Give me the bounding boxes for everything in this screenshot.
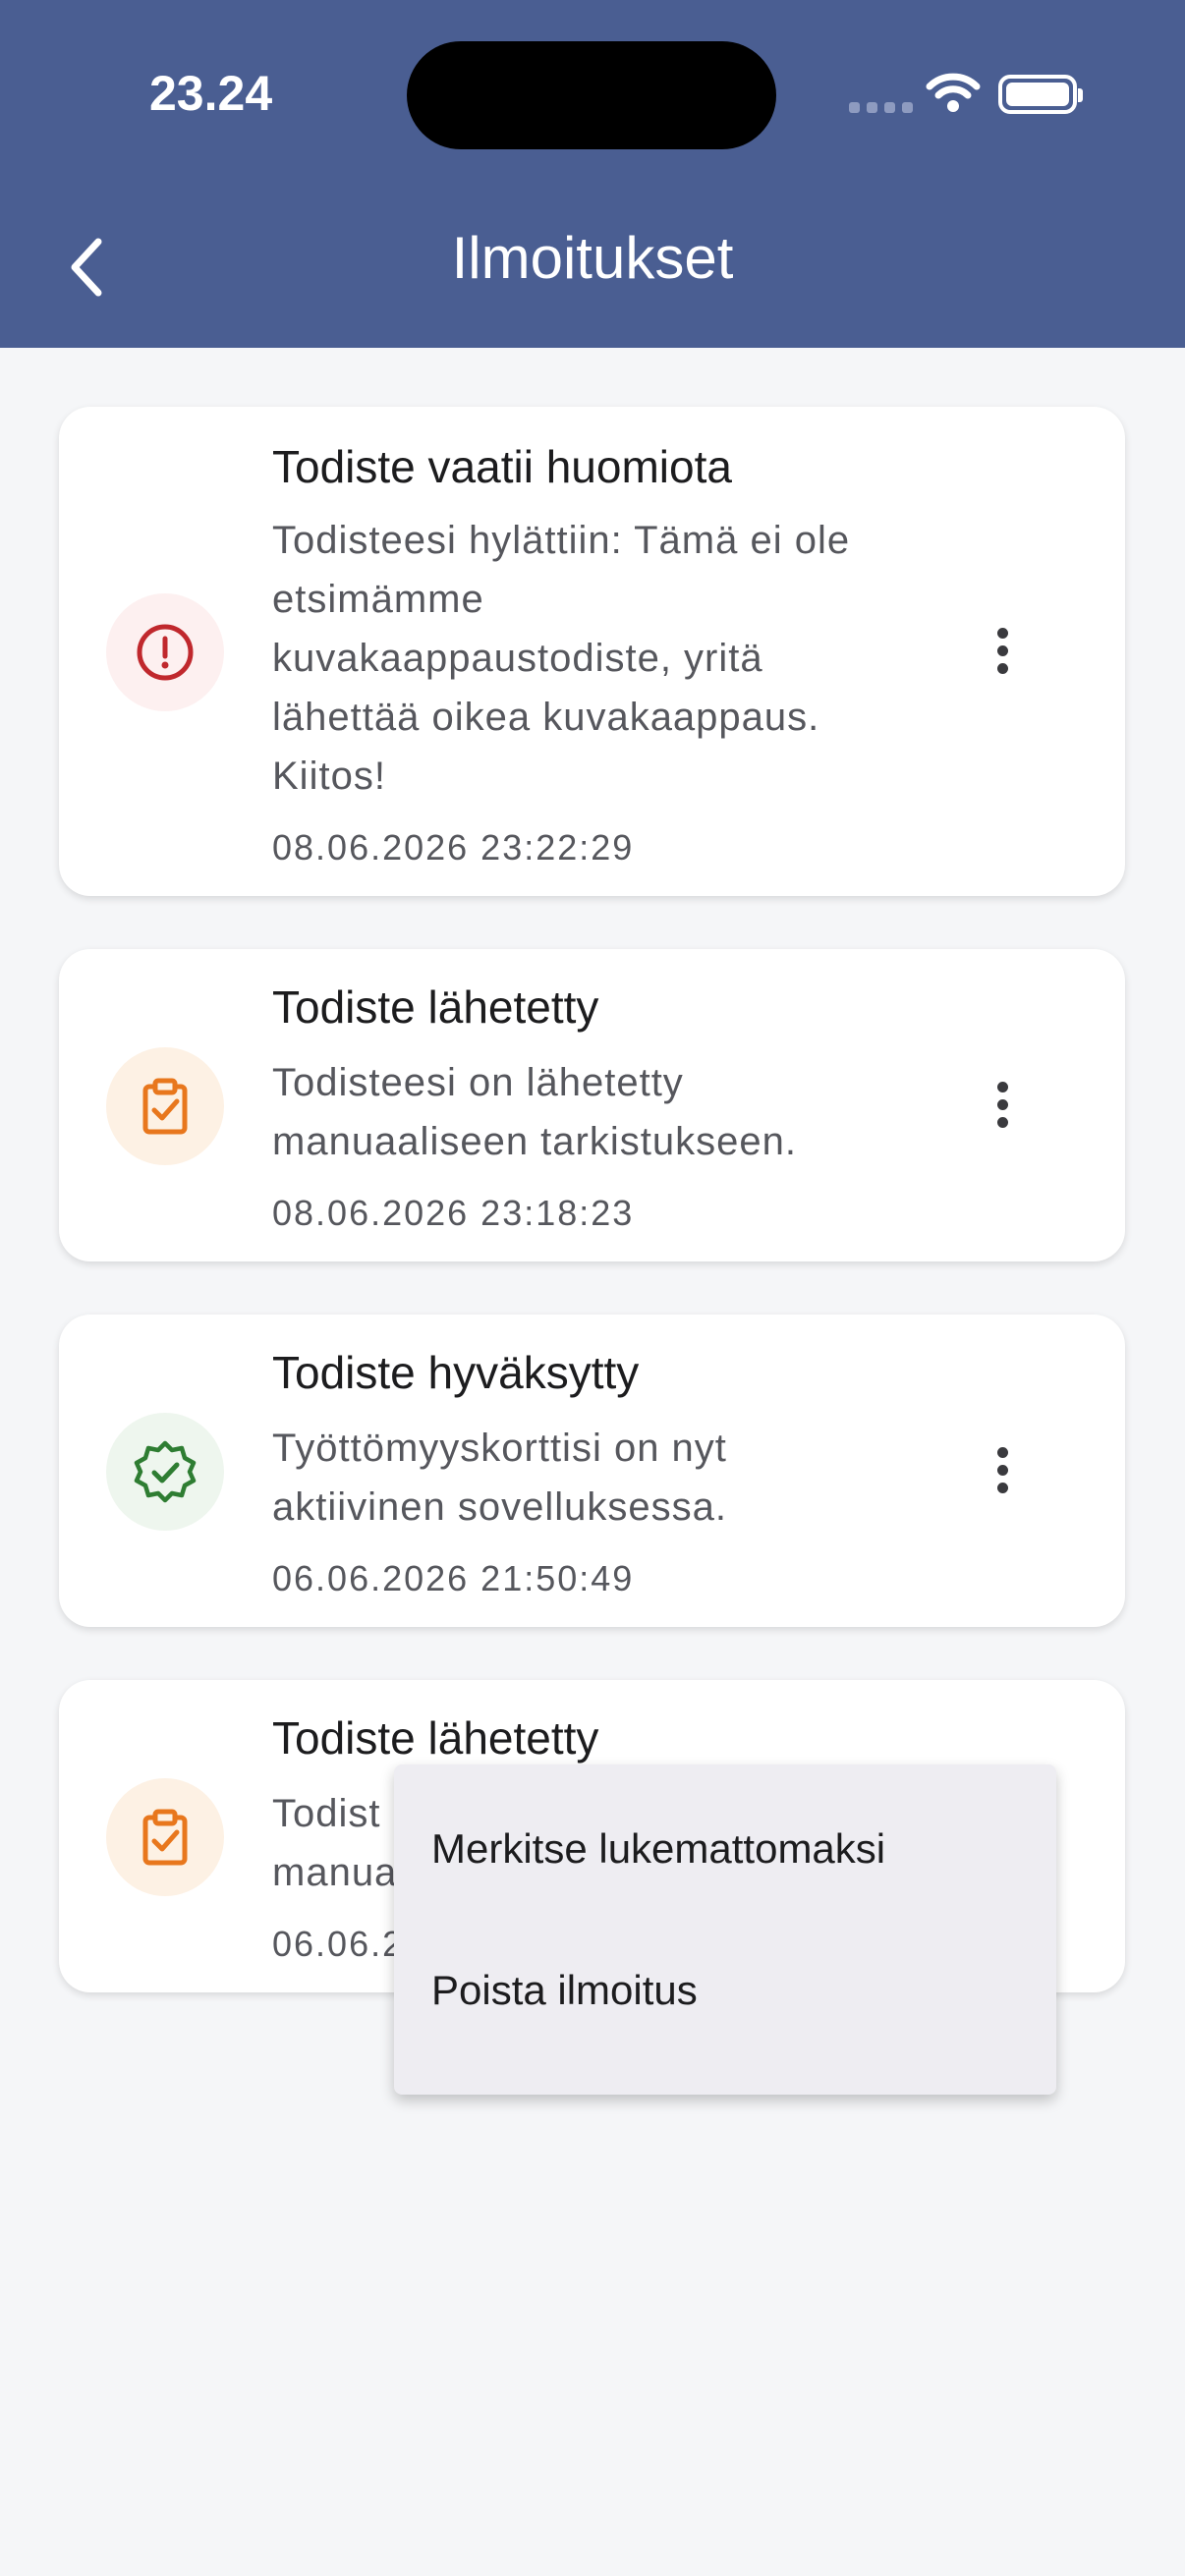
- notification-title: Todiste lähetetty: [272, 1712, 599, 1764]
- notification-title: Todiste lähetetty: [272, 981, 599, 1033]
- notification-card[interactable]: Todiste vaatii huomiota Todisteesi hylät…: [59, 407, 1125, 896]
- battery-icon: [998, 75, 1083, 114]
- notification-card[interactable]: Todiste hyväksytty Työttömyyskorttisi on…: [59, 1315, 1125, 1627]
- delete-notification-menu-item[interactable]: Poista ilmoitus: [431, 1967, 698, 2014]
- notification-title: Todiste hyväksytty: [272, 1347, 640, 1398]
- page-title: Ilmoitukset: [451, 225, 734, 291]
- dynamic-island: [407, 41, 776, 149]
- clipboard-check-icon: [106, 1047, 224, 1165]
- notification-date: 08.06.2026 23:22:29: [272, 827, 635, 868]
- more-options-button[interactable]: [963, 1430, 1042, 1509]
- notification-body: Todisteesi hylättiin: Tämä ei ole etsimä…: [272, 519, 851, 798]
- notification-date: 06.06.2026 21:50:49: [272, 1558, 635, 1598]
- notification-body: Todisteesi on lähetetty manuaaliseen tar…: [272, 1061, 797, 1163]
- mark-unread-menu-item[interactable]: Merkitse lukemattomaksi: [431, 1825, 885, 1873]
- notification-title: Todiste vaatii huomiota: [272, 441, 732, 492]
- notification-date: 06.06.2: [272, 1924, 405, 1964]
- more-options-button[interactable]: [963, 1065, 1042, 1144]
- notification-body: Työttömyyskorttisi on nyt aktiivinen sov…: [272, 1427, 727, 1529]
- alert-circle-icon: [106, 593, 224, 711]
- status-time: 23.24: [149, 66, 273, 121]
- notification-card[interactable]: Todiste lähetetty Todisteesi on lähetett…: [59, 949, 1125, 1261]
- notification-date: 08.06.2026 23:18:23: [272, 1193, 635, 1233]
- wifi-icon: [926, 73, 981, 112]
- clipboard-check-icon: [106, 1778, 224, 1896]
- cellular-signal-icon: [849, 102, 913, 113]
- more-options-button[interactable]: [963, 611, 1042, 690]
- verified-badge-icon: [106, 1413, 224, 1531]
- app-header: 23.24 Ilmoitukset: [0, 0, 1185, 348]
- context-menu: Merkitse lukemattomaksi Poista ilmoitus: [394, 1764, 1056, 2095]
